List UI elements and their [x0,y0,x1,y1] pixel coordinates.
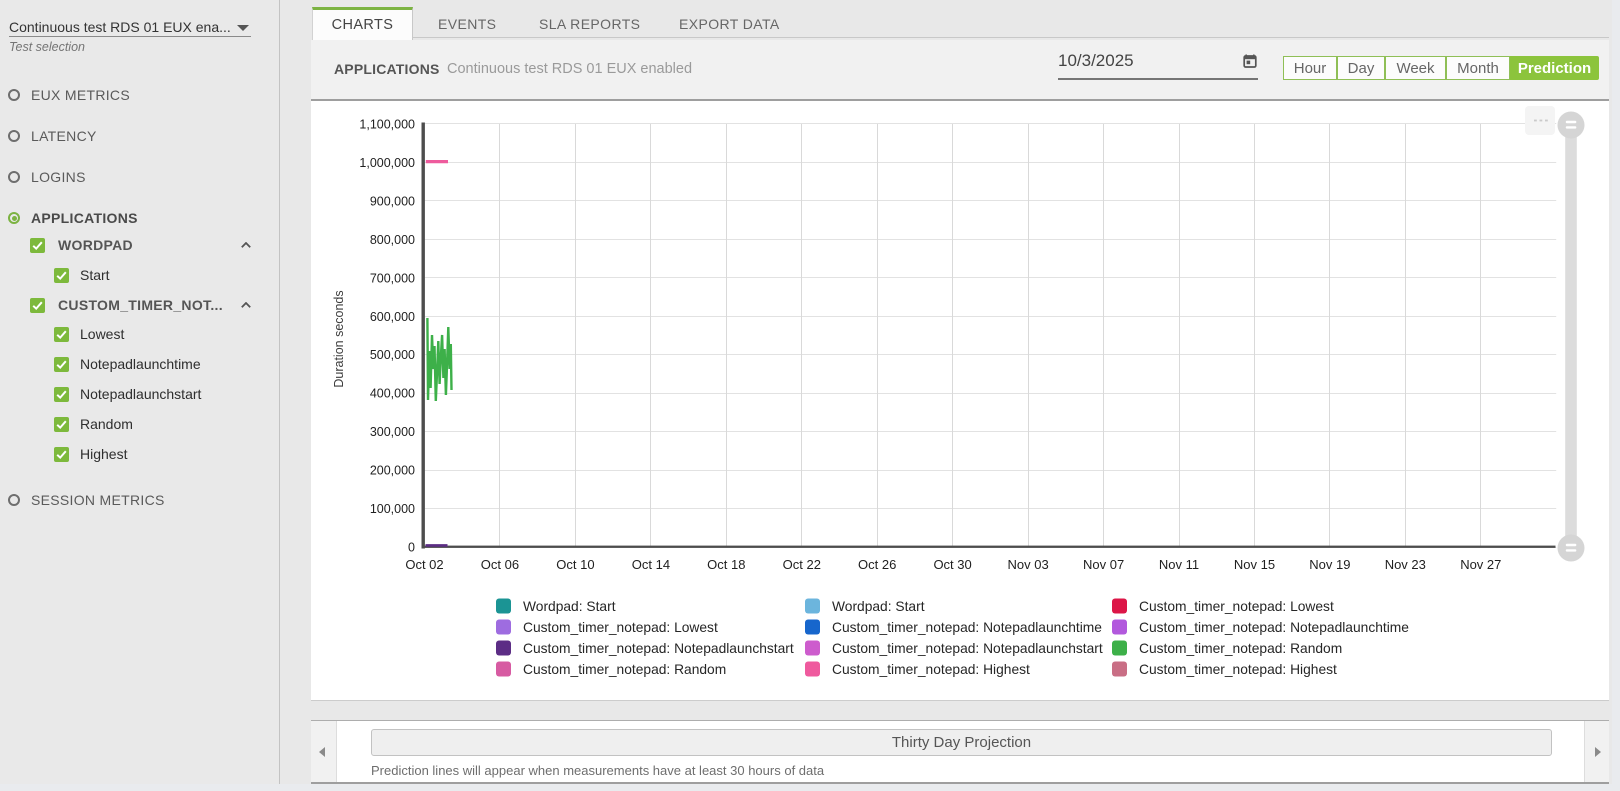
svg-text:Nov 19: Nov 19 [1309,557,1350,572]
svg-text:Nov 27: Nov 27 [1460,557,1501,572]
svg-text:Nov 23: Nov 23 [1385,557,1426,572]
svg-text:Nov 15: Nov 15 [1234,557,1275,572]
svg-text:0: 0 [408,541,415,555]
svg-text:Custom_timer_notepad: Lowest: Custom_timer_notepad: Lowest [1139,599,1334,614]
svg-text:Wordpad: Start: Wordpad: Start [523,599,616,614]
svg-text:900,000: 900,000 [370,194,415,208]
svg-text:700,000: 700,000 [370,271,415,285]
svg-text:Oct 22: Oct 22 [783,557,821,572]
svg-text:Oct 06: Oct 06 [481,557,519,572]
svg-text:300,000: 300,000 [370,425,415,439]
svg-text:Wordpad: Start: Wordpad: Start [832,599,925,614]
svg-text:Custom_timer_notepad: Random: Custom_timer_notepad: Random [523,662,726,677]
svg-text:Custom_timer_notepad: Lowest: Custom_timer_notepad: Lowest [523,620,718,635]
svg-text:Custom_timer_notepad: Notepadl: Custom_timer_notepad: Notepadlaunchstart [832,641,1103,656]
svg-text:100,000: 100,000 [370,502,415,516]
svg-text:Custom_timer_notepad: Random: Custom_timer_notepad: Random [1139,641,1342,656]
svg-text:1,100,000: 1,100,000 [359,118,415,132]
svg-text:200,000: 200,000 [370,464,415,478]
svg-text:Custom_timer_notepad: Highest: Custom_timer_notepad: Highest [832,662,1030,677]
svg-text:Custom_timer_notepad: Highest: Custom_timer_notepad: Highest [1139,662,1337,677]
svg-text:Custom_timer_notepad: Notepadl: Custom_timer_notepad: Notepadlaunchstart [523,641,794,656]
svg-text:Oct 10: Oct 10 [556,557,594,572]
svg-text:Custom_timer_notepad: Notepadl: Custom_timer_notepad: Notepadlaunchtime [832,620,1102,635]
svg-text:Oct 18: Oct 18 [707,557,745,572]
svg-text:Oct 02: Oct 02 [405,557,443,572]
svg-text:600,000: 600,000 [370,310,415,324]
svg-text:500,000: 500,000 [370,348,415,362]
svg-text:Nov 03: Nov 03 [1007,557,1048,572]
svg-text:Duration seconds: Duration seconds [332,290,346,387]
svg-text:800,000: 800,000 [370,233,415,247]
svg-text:Oct 14: Oct 14 [632,557,670,572]
svg-text:Nov 07: Nov 07 [1083,557,1124,572]
svg-text:1,000,000: 1,000,000 [359,156,415,170]
svg-text:400,000: 400,000 [370,387,415,401]
svg-text:Oct 26: Oct 26 [858,557,896,572]
svg-text:Oct 30: Oct 30 [933,557,971,572]
svg-text:Custom_timer_notepad: Notepadl: Custom_timer_notepad: Notepadlaunchtime [1139,620,1409,635]
svg-text:Nov 11: Nov 11 [1159,557,1199,572]
